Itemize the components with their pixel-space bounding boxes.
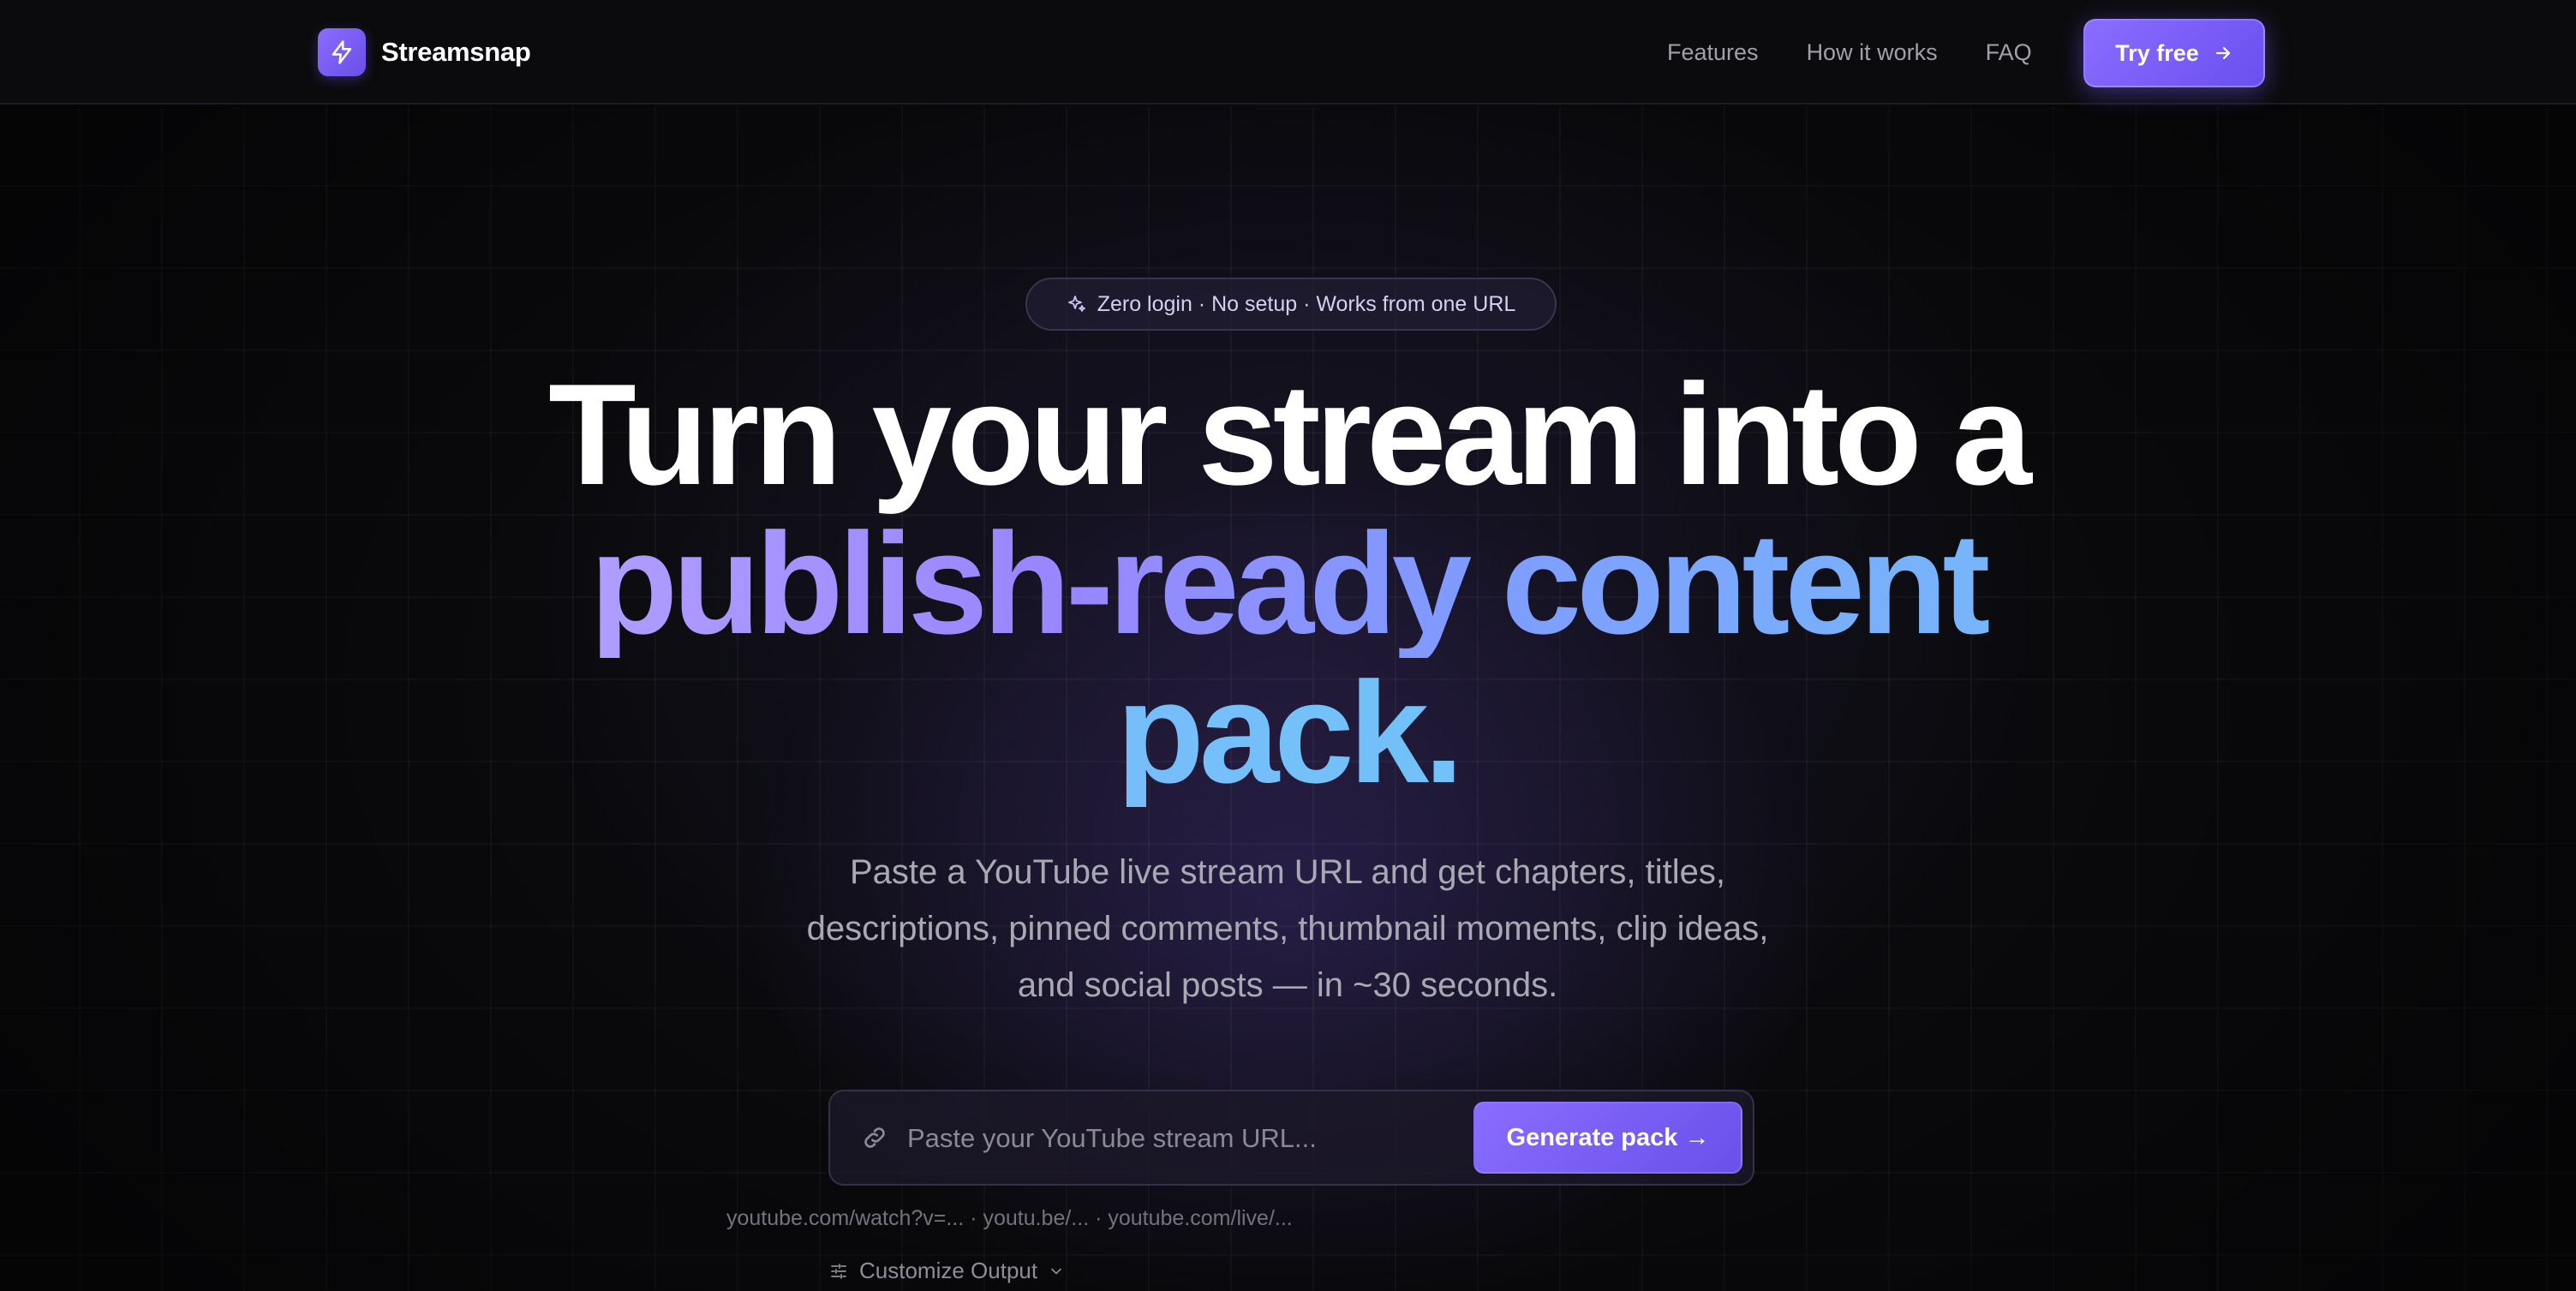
nav-link-how-it-works[interactable]: How it works <box>1807 39 1938 66</box>
try-free-label: Try free <box>2115 39 2199 66</box>
customize-output-label: Customize Output <box>859 1258 1038 1283</box>
arrow-right-icon <box>2213 43 2233 63</box>
sparkles-icon <box>1067 294 1087 314</box>
generate-pack-button[interactable]: Generate pack → <box>1473 1102 1742 1174</box>
url-format-examples: youtube.com/watch?v=... · youtu.be/... ·… <box>726 1206 1293 1230</box>
nav-links: Features How it works FAQ <box>1667 34 2032 70</box>
url-form: Generate pack → <box>828 1090 1754 1186</box>
link-icon <box>861 1124 888 1151</box>
brand-link[interactable]: Streamsnap <box>318 28 531 76</box>
brand-name: Streamsnap <box>381 37 531 67</box>
nav-link-features[interactable]: Features <box>1667 39 1759 66</box>
hero-subtitle: Paste a YouTube live stream URL and get … <box>806 853 1769 1004</box>
nav-link-faq[interactable]: FAQ <box>1986 39 2032 66</box>
sliders-icon <box>828 1261 849 1282</box>
top-nav: Streamsnap Features How it works FAQ Try… <box>0 0 2576 105</box>
customize-output-toggle[interactable]: Customize Output <box>828 1258 1065 1284</box>
stream-url-input[interactable] <box>905 1112 1431 1165</box>
headline-line-1: Turn your stream into a <box>548 354 2032 515</box>
headline-line-3: pack. <box>431 658 2144 807</box>
lightning-bolt-icon <box>318 28 366 76</box>
try-free-button[interactable]: Try free <box>2083 19 2265 87</box>
hero-headline: Turn your stream into a publish-ready co… <box>431 360 2144 807</box>
chevron-down-icon <box>1048 1263 1065 1280</box>
landing-page: Streamsnap Features How it works FAQ Try… <box>0 0 2576 1291</box>
badge-text: Zero login · No setup · Works from one U… <box>1097 291 1516 316</box>
feature-badge: Zero login · No setup · Works from one U… <box>1025 278 1557 331</box>
headline-line-2: publish-ready content <box>431 509 2144 658</box>
